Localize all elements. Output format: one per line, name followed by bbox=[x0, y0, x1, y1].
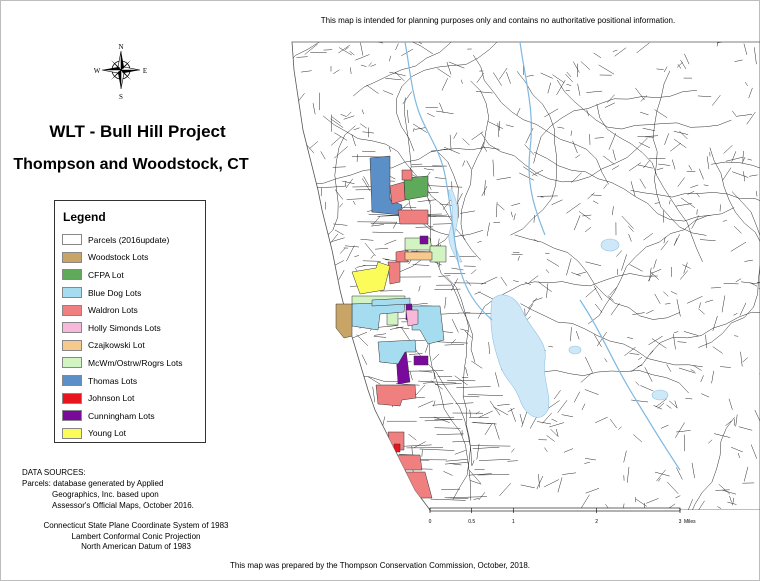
legend-swatch bbox=[62, 322, 82, 334]
waldron-lot bbox=[387, 261, 401, 285]
legend-label: CFPA Lot bbox=[88, 269, 124, 280]
data-sources-heading: DATA SOURCES: bbox=[22, 468, 86, 477]
legend-swatch bbox=[62, 251, 82, 263]
scale-bar-line bbox=[429, 507, 681, 512]
waldron-lot bbox=[395, 454, 423, 471]
scale-tick-label: 0 bbox=[429, 519, 432, 525]
holly-simonds-lot bbox=[405, 309, 419, 327]
legend-swatch bbox=[62, 392, 82, 404]
legend-item: Thomas Lots bbox=[62, 372, 182, 390]
data-sources: DATA SOURCES: Parcels: database generate… bbox=[22, 467, 194, 511]
prepared-by-footer: This map was prepared by the Thompson Co… bbox=[230, 561, 530, 570]
legend-swatch bbox=[62, 375, 82, 387]
scale-bar-ticks: 0 0.5 1 2 3 Miles bbox=[429, 507, 696, 525]
legend-label: Waldron Lots bbox=[88, 305, 138, 316]
scale-unit-label: Miles bbox=[684, 519, 696, 525]
data-sources-line: Geographics, Inc. based upon bbox=[52, 490, 159, 499]
legend-swatch bbox=[62, 287, 82, 299]
legend-swatch bbox=[62, 339, 82, 351]
projection-line: North American Datum of 1983 bbox=[81, 542, 191, 551]
disclaimer: This map is intended for planning purpos… bbox=[320, 16, 676, 25]
legend-item: CFPA Lot bbox=[62, 266, 182, 284]
legend-swatch bbox=[62, 304, 82, 316]
legend-label: Johnson Lot bbox=[88, 393, 135, 404]
legend-item: McWm/Ostrw/Rogrs Lots bbox=[62, 354, 182, 372]
compass-east-label: E bbox=[143, 67, 147, 75]
legend-swatch bbox=[62, 357, 82, 369]
legend-swatch bbox=[62, 269, 82, 281]
legend-item: Parcels (2016update) bbox=[62, 231, 182, 249]
legend-label: Holly Simonds Lots bbox=[88, 322, 161, 333]
projection-info: Connecticut State Plane Coordinate Syste… bbox=[20, 521, 252, 553]
legend-item: Holly Simonds Lots bbox=[62, 319, 182, 337]
compass-north-label: N bbox=[118, 43, 123, 51]
mcwm-lot bbox=[386, 311, 399, 326]
cunningham-lot bbox=[413, 355, 429, 366]
legend-item: Johnson Lot bbox=[62, 389, 182, 407]
johnson-lot bbox=[393, 443, 401, 453]
waldron-lot bbox=[389, 181, 406, 205]
waldron-lot bbox=[401, 169, 413, 181]
map-title: WLT - Bull Hill Project bbox=[49, 122, 226, 141]
scale-tick-label: 0.5 bbox=[468, 519, 475, 525]
legend-item: Blue Dog Lots bbox=[62, 284, 182, 302]
pond bbox=[600, 238, 620, 252]
scale-bar: 0 0.5 1 2 3 Miles bbox=[429, 507, 696, 525]
legend-label: Blue Dog Lots bbox=[88, 287, 142, 298]
woodstock-lot bbox=[335, 303, 353, 339]
legend-label: Young Lot bbox=[88, 428, 126, 439]
legend-item: Young Lot bbox=[62, 425, 182, 443]
scale-tick-label: 2 bbox=[595, 519, 598, 525]
data-sources-line: Assessor's Official Maps, October 2016. bbox=[52, 501, 194, 510]
czajkowski-lot bbox=[404, 251, 433, 261]
waldron-lot bbox=[397, 209, 429, 225]
scale-tick-label: 3 bbox=[679, 519, 682, 525]
legend-list: Parcels (2016update) Woodstock Lots CFPA L… bbox=[62, 231, 182, 442]
legend-label: Cunningham Lots bbox=[88, 410, 155, 421]
map-subtitle: Thompson and Woodstock, CT bbox=[13, 156, 249, 173]
legend-label: McWm/Ostrw/Rogrs Lots bbox=[88, 357, 183, 368]
legend-item: Waldron Lots bbox=[62, 301, 182, 319]
compass-west-label: W bbox=[94, 67, 101, 75]
legend-swatch bbox=[62, 427, 82, 439]
legend-label: Woodstock Lots bbox=[88, 252, 149, 263]
projection-line: Lambert Conformal Conic Projection bbox=[71, 531, 201, 541]
compass-south-label: S bbox=[119, 93, 123, 100]
compass-rose-icon: N S E W bbox=[94, 43, 147, 100]
legend-item: Cunningham Lots bbox=[62, 407, 182, 425]
projection-line: Connecticut State Plane Coordinate Syste… bbox=[43, 521, 229, 530]
pond bbox=[568, 345, 582, 355]
legend-swatch bbox=[62, 234, 82, 246]
legend-swatch bbox=[62, 410, 82, 422]
pond bbox=[651, 389, 669, 401]
legend-label: Czajkowski Lot bbox=[88, 340, 145, 351]
legend-label: Parcels (2016update) bbox=[88, 234, 170, 245]
legend-item: Woodstock Lots bbox=[62, 249, 182, 267]
legend-box: Legend Parcels (2016update) Woodstock Lot… bbox=[54, 200, 206, 443]
parcel-map bbox=[291, 41, 760, 510]
legend-title: Legend bbox=[63, 210, 106, 224]
data-sources-line: Parcels: database generated by Applied bbox=[22, 479, 164, 488]
legend-item: Czajkowski Lot bbox=[62, 337, 182, 355]
legend-label: Thomas Lots bbox=[88, 375, 138, 386]
cunningham-lot bbox=[419, 235, 429, 245]
scale-tick-label: 1 bbox=[512, 519, 515, 525]
mcwm-lot bbox=[429, 245, 447, 263]
